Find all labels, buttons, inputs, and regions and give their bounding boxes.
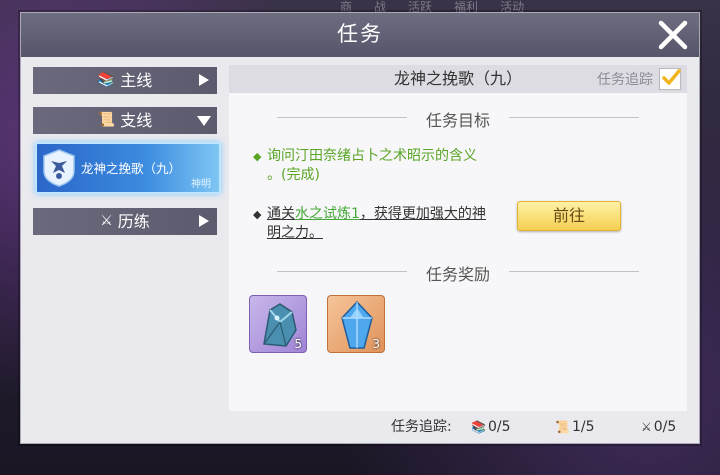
objective-text: 通关	[267, 206, 295, 222]
category-training[interactable]: ⚔ 历练	[33, 208, 217, 235]
quest-list-item-selected[interactable]: 龙神之挽歌（九） 神明	[35, 142, 221, 194]
category-label: 主线	[120, 71, 153, 90]
main-count-value: 0/5	[487, 419, 511, 435]
dragon-emblem-icon	[43, 149, 75, 187]
objective-text: ，获得更加强大的神	[359, 206, 486, 222]
close-button[interactable]	[655, 17, 691, 53]
reward-count: 5	[294, 337, 302, 351]
scroll-icon: 📜	[555, 420, 570, 434]
divider	[277, 117, 407, 118]
objectives-heading: 任务目标	[229, 107, 687, 131]
sword-icon: ⚔	[641, 420, 652, 434]
quest-dialog: 任务 📚 主线 📜 支线 龙神之挽歌（九） 神明 ⚔ 历练 龙神之挽歌（九） 任…	[20, 12, 700, 444]
quest-detail-panel: 龙神之挽歌（九） 任务追踪 任务目标 ◆ 询问汀田奈绪占卜之术昭示的含义 。(完成…	[229, 65, 687, 411]
divider	[277, 271, 407, 272]
track-checkbox[interactable]	[659, 68, 681, 90]
diamond-bullet-icon: ◆	[253, 208, 262, 221]
reward-count: 3	[372, 337, 380, 351]
diamond-bullet-icon: ◆	[253, 150, 262, 163]
category-label: 支线	[120, 111, 153, 130]
tracking-summary-label: 任务追踪:	[391, 419, 452, 435]
goto-button[interactable]: 前往	[517, 201, 621, 231]
track-label: 任务追踪	[597, 72, 653, 88]
dialog-titlebar: 任务	[21, 13, 699, 57]
quest-header: 龙神之挽歌（九） 任务追踪	[229, 65, 687, 93]
rewards-heading-text: 任务奖励	[425, 265, 490, 284]
objective-link[interactable]: 水之试炼1	[295, 206, 360, 222]
quest-list-item-name: 龙神之挽歌（九）	[81, 161, 182, 176]
reward-item[interactable]: 3	[327, 295, 385, 353]
dialog-title: 任务	[337, 22, 383, 46]
objective-text: 询问汀田奈绪占卜之术昭示的含义	[267, 148, 477, 164]
training-count: ⚔ 0/5	[641, 417, 676, 437]
quest-list-item-tag: 神明	[191, 179, 211, 190]
tracking-summary: 任务追踪: 📚 0/5 📜 1/5 ⚔ 0/5	[391, 417, 701, 437]
divider	[509, 117, 639, 118]
reward-item[interactable]: 5	[249, 295, 307, 353]
main-count: 📚 0/5	[471, 417, 510, 437]
arrow-right-icon	[199, 215, 209, 227]
scroll-icon: 📜	[97, 112, 116, 128]
category-main[interactable]: 📚 主线	[33, 67, 217, 94]
checkmark-icon	[662, 69, 681, 85]
close-x-icon	[658, 20, 688, 50]
objective-completed: ◆ 询问汀田奈绪占卜之术昭示的含义 。(完成)	[253, 147, 493, 185]
arrow-right-icon	[199, 74, 209, 86]
track-toggle[interactable]: 任务追踪	[597, 68, 681, 90]
category-branch[interactable]: 📜 支线	[33, 107, 217, 134]
branch-count-value: 1/5	[571, 419, 595, 435]
book-icon: 📚	[97, 72, 116, 88]
branch-count: 📜 1/5	[555, 417, 594, 437]
arrow-down-icon	[197, 116, 211, 126]
objective-text: 。(完成)	[267, 167, 320, 183]
rewards-heading: 任务奖励	[229, 261, 687, 285]
objectives-heading-text: 任务目标	[425, 111, 490, 130]
book-icon: 📚	[471, 420, 486, 434]
objective-active: ◆ 通关水之试炼1，获得更加强大的神 明之力。	[253, 205, 505, 243]
category-label: 历练	[117, 212, 150, 231]
sword-icon: ⚔	[100, 213, 113, 229]
objective-text: 明之力。	[267, 225, 323, 241]
divider	[509, 271, 639, 272]
training-count-value: 0/5	[653, 419, 677, 435]
